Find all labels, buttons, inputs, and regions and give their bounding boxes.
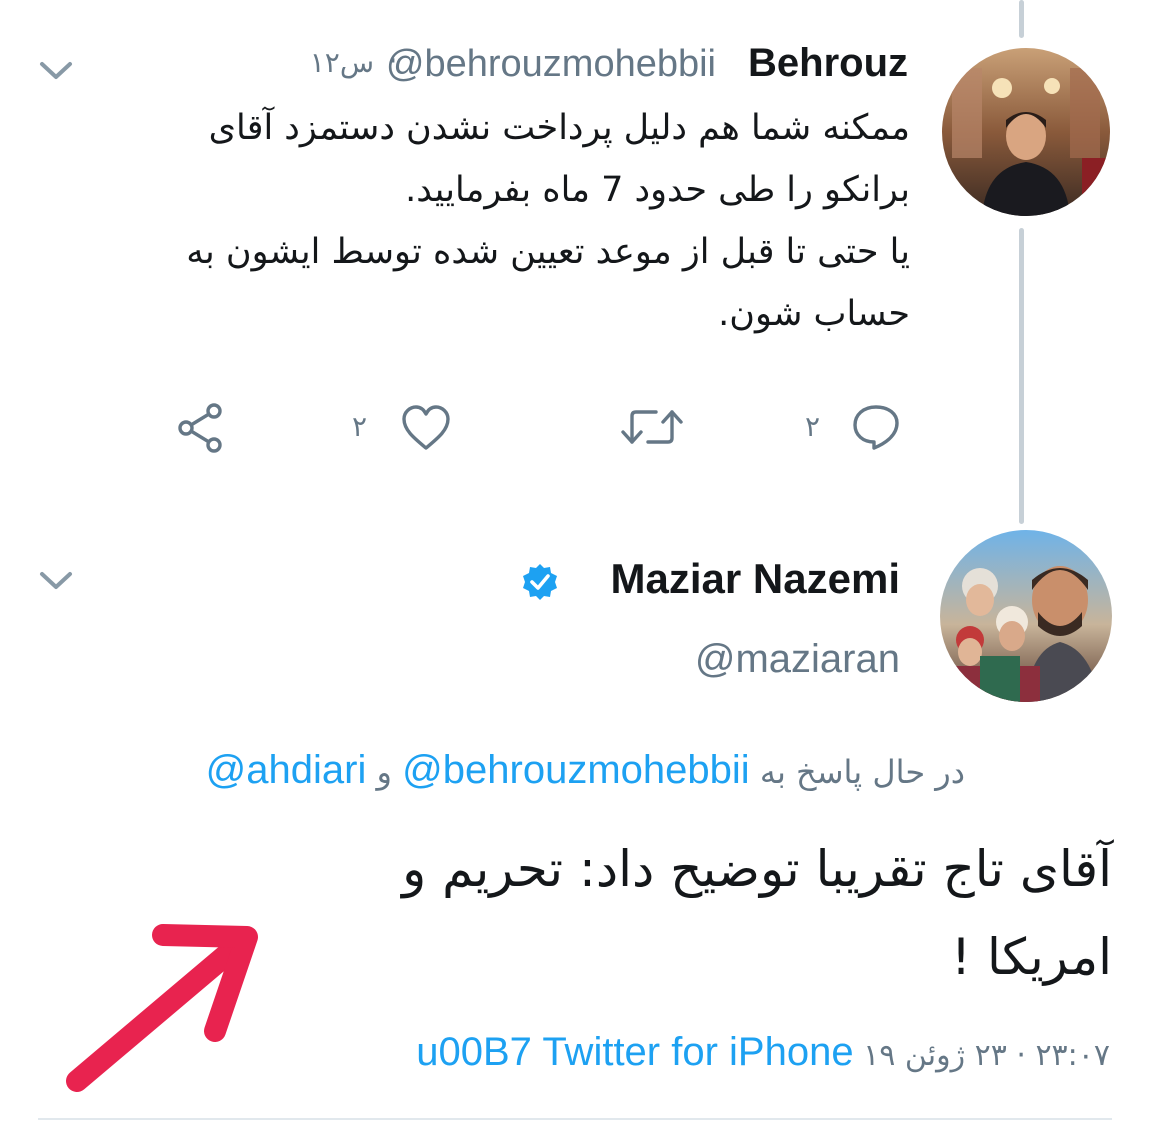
verified-badge-icon	[523, 564, 557, 600]
tweet2-separator-code: u00B7	[416, 1030, 532, 1074]
tweet2-body-line: آقای تاج تقریبا توضیح داد: تحریم و	[402, 840, 1112, 898]
avatar-maziar-image	[940, 530, 1112, 702]
tweet2-source-link[interactable]: u00B7 Twitter for iPhone	[416, 1030, 853, 1075]
like-count: ۲	[352, 410, 368, 443]
reply-icon[interactable]	[850, 402, 902, 452]
thread-line-top	[1019, 0, 1024, 38]
tweet1-menu-chevron-down-icon[interactable]	[38, 58, 74, 82]
tweet2-handle[interactable]: @maziaran	[695, 637, 900, 682]
tweet2-source: Twitter for iPhone	[542, 1030, 854, 1074]
avatar-behrouz[interactable]	[942, 48, 1110, 216]
reply-count: ۲	[805, 410, 821, 443]
tweet1-separator: ·	[387, 41, 398, 81]
arrow-annotation-icon	[66, 924, 258, 1092]
replying-to-label: در حال پاسخ به	[759, 753, 965, 791]
tweet1-display-name[interactable]: Behrouz	[748, 41, 908, 86]
tweet2-menu-chevron-down-icon[interactable]	[38, 568, 74, 592]
bottom-divider	[38, 1118, 1112, 1120]
tweet1-body: ممکنه شما هم دلیل پرداخت نشدن دستمزد آقا…	[30, 97, 910, 345]
share-icon[interactable]	[176, 402, 226, 454]
tweet1-body-line: برانکو را طی حدود 7 ماه بفرمایید.	[405, 170, 910, 210]
tweet1-handle[interactable]: @behrouzmohebbii	[386, 43, 716, 86]
tweet1-body-line: ممکنه شما هم دلیل پرداخت نشدن دستمزد آقا…	[208, 108, 910, 148]
avatar-maziar[interactable]	[940, 530, 1112, 702]
tweet2-meta: ۲۳:۰۷ · ۲۳ ژوئن ۱۹ u00B7 Twitter for iPh…	[416, 1030, 1110, 1075]
tweet2-timestamp: ۲۳:۰۷ · ۲۳ ژوئن ۱۹	[863, 1038, 1110, 1073]
retweet-icon[interactable]	[620, 404, 684, 450]
tweet2-display-name[interactable]: Maziar Nazemi	[611, 555, 900, 603]
replying-to-and: و	[376, 753, 392, 791]
tweet1-body-line: حساب شون.	[718, 294, 910, 334]
tweet2-body: آقای تاج تقریبا توضیح داد: تحریم و امریک…	[212, 825, 1112, 1001]
replying-to: در حال پاسخ به @behrouzmohebbii و @ahdia…	[206, 748, 965, 793]
replying-to-user-behrouzmohebbii[interactable]: @behrouzmohebbii	[402, 748, 749, 793]
replying-to-user-ahdiari[interactable]: @ahdiari	[206, 748, 367, 793]
thread-line-bottom	[1019, 228, 1024, 524]
heart-icon[interactable]	[400, 404, 452, 452]
tweet1-time[interactable]: ۱۲س	[310, 46, 374, 79]
tweet2-body-line: امریکا !	[951, 928, 1112, 986]
avatar-behrouz-image	[942, 48, 1110, 216]
tweet1-body-line: یا حتی تا قبل از موعد تعیین شده توسط ایش…	[186, 232, 910, 272]
